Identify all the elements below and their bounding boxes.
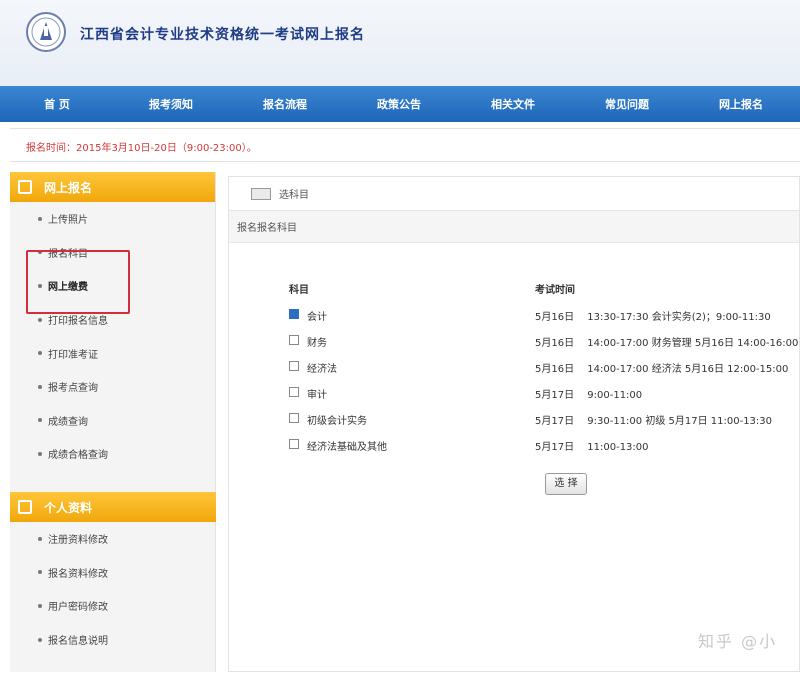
sidebar-group-title: 网上报名 xyxy=(44,180,93,195)
subject-name: 财务 xyxy=(307,338,327,349)
home-icon xyxy=(251,187,271,200)
subject-row: 经济法 5月16日 14:00-17:00 经济法 5月16日 12:00-15… xyxy=(229,357,800,381)
sidebar-item-print-ticket[interactable]: 打印准考证 xyxy=(10,336,215,370)
subject-checkbox[interactable] xyxy=(289,387,299,397)
section-subtitle: 报名报名科目 xyxy=(237,223,297,234)
sidebar-group-registration[interactable]: 网上报名 xyxy=(10,172,215,202)
subject-checkbox[interactable] xyxy=(289,413,299,423)
sidebar-item-pass-check[interactable]: 成绩合格查询 xyxy=(10,437,215,471)
subject-row: 初级会计实务 5月17日 9:30-11:00 初级 5月17日 11:00-1… xyxy=(229,409,800,433)
sidebar-item-upload-photo[interactable]: 上传照片 xyxy=(10,202,215,236)
bullet-icon xyxy=(38,216,42,221)
bullet-icon xyxy=(38,283,42,288)
nav-item-notice[interactable]: 报考须知 xyxy=(114,96,228,112)
bullet-icon xyxy=(38,637,42,642)
subject-name: 审计 xyxy=(307,390,327,401)
bullet-icon xyxy=(38,570,42,575)
bullet-icon xyxy=(38,418,42,423)
subject-row: 财务 5月16日 14:00-17:00 财务管理 5月16日 14:00-16… xyxy=(229,331,800,355)
subject-time: 5月17日 9:00-11:00 xyxy=(535,390,643,401)
sidebar-item-subjects[interactable]: 报名科目 xyxy=(10,236,215,270)
bullet-icon xyxy=(38,250,42,255)
subject-time: 5月17日 11:00-13:00 xyxy=(535,442,649,453)
sidebar-item-info-notes[interactable]: 报名信息说明 xyxy=(10,623,216,657)
column-header-time: 考试时间 xyxy=(535,285,575,296)
sidebar-item-label: 报名信息说明 xyxy=(48,636,108,648)
subject-time: 5月16日 14:00-17:00 财务管理 5月16日 14:00-16:00 xyxy=(535,338,799,349)
sidebar-item-label: 报名科目 xyxy=(48,248,88,260)
subject-name: 初级会计实务 xyxy=(307,416,367,427)
sidebar-item-label: 用户密码修改 xyxy=(48,602,108,614)
subject-checkbox[interactable] xyxy=(289,439,299,449)
site-title: 江西省会计专业技术资格统一考试网上报名 xyxy=(80,27,365,43)
breadcrumb: 选科目 xyxy=(229,177,799,211)
subject-row: 经济法基础及其他 5月17日 11:00-13:00 xyxy=(229,435,800,459)
subject-checkbox[interactable] xyxy=(289,309,299,319)
sidebar-item-label: 注册资料修改 xyxy=(48,535,108,547)
sidebar-item-label: 打印报名信息 xyxy=(48,316,108,328)
menu-icon xyxy=(18,180,32,194)
sidebar-item-label: 打印准考证 xyxy=(48,349,98,361)
notice-text: 报名时间：2015年3月10日-20日（9:00-23:00）。 xyxy=(26,143,257,154)
subject-row: 会计 5月16日 13:30-17:30 会计实务(2)；9:00-11:30 xyxy=(229,305,800,329)
sidebar-item-scores[interactable]: 成绩查询 xyxy=(10,404,215,438)
sidebar-item-label: 报名资料修改 xyxy=(48,568,108,580)
site-logo-icon xyxy=(26,12,66,52)
sidebar-item-exam-site[interactable]: 报考点查询 xyxy=(10,370,215,404)
menu-icon xyxy=(18,500,32,514)
sidebar: 网上报名 上传照片 报名科目 网上缴费 打印报名信息 打印准考证 报考点查询 成… xyxy=(10,172,216,672)
sidebar-item-label: 网上缴费 xyxy=(48,282,88,294)
column-header-subject: 科目 xyxy=(289,285,309,296)
sidebar-item-label: 成绩查询 xyxy=(48,416,88,428)
subject-name: 会计 xyxy=(307,312,327,323)
subject-name: 经济法基础及其他 xyxy=(307,442,387,453)
section-subtitle-bar: 报名报名科目 xyxy=(229,211,799,243)
notice-bar: 报名时间：2015年3月10日-20日（9:00-23:00）。 xyxy=(10,128,800,162)
nav-item-faq[interactable]: 常见问题 xyxy=(570,96,684,112)
subject-time: 5月16日 14:00-17:00 经济法 5月16日 12:00-15:00 xyxy=(535,364,789,375)
bullet-icon xyxy=(38,451,42,456)
subject-checkbox[interactable] xyxy=(289,335,299,345)
sidebar-item-label: 报考点查询 xyxy=(48,383,98,395)
sidebar-item-label: 上传照片 xyxy=(48,215,88,227)
sidebar-group-profile[interactable]: 个人资料 xyxy=(10,492,216,522)
bullet-icon xyxy=(38,603,42,608)
bullet-icon xyxy=(38,536,42,541)
sidebar-item-edit-registration[interactable]: 报名资料修改 xyxy=(10,556,216,590)
sidebar-item-payment[interactable]: 网上缴费 xyxy=(10,269,215,303)
sidebar-item-edit-account[interactable]: 注册资料修改 xyxy=(10,522,216,556)
subject-row: 审计 5月17日 9:00-11:00 xyxy=(229,383,800,407)
main-panel: 选科目 报名报名科目 科目 考试时间 会计 5月16日 13:30-17:30 … xyxy=(228,176,800,672)
nav-item-announcements[interactable]: 政策公告 xyxy=(342,96,456,112)
sidebar-group-profile-wrap: 个人资料 注册资料修改 报名资料修改 用户密码修改 报名信息说明 xyxy=(10,492,216,656)
watermark: 知乎 @小 xyxy=(698,632,778,651)
breadcrumb-label: 选科目 xyxy=(279,190,309,201)
sidebar-item-label: 成绩合格查询 xyxy=(48,450,108,462)
select-button[interactable]: 选 择 xyxy=(545,473,587,495)
site-header: 江西省会计专业技术资格统一考试网上报名 xyxy=(0,0,800,86)
bullet-icon xyxy=(38,351,42,356)
nav-item-online-registration[interactable]: 网上报名 xyxy=(684,96,798,112)
subject-time: 5月17日 9:30-11:00 初级 5月17日 11:00-13:30 xyxy=(535,416,773,427)
sidebar-item-print-info[interactable]: 打印报名信息 xyxy=(10,303,215,337)
nav-item-home[interactable]: 首 页 xyxy=(0,96,114,112)
sidebar-group-title: 个人资料 xyxy=(44,500,93,515)
nav-item-process[interactable]: 报名流程 xyxy=(228,96,342,112)
subject-checkbox[interactable] xyxy=(289,361,299,371)
nav-item-documents[interactable]: 相关文件 xyxy=(456,96,570,112)
sidebar-item-change-password[interactable]: 用户密码修改 xyxy=(10,589,216,623)
bullet-icon xyxy=(38,384,42,389)
bullet-icon xyxy=(38,317,42,322)
main-nav: 首 页 报考须知 报名流程 政策公告 相关文件 常见问题 网上报名 xyxy=(0,86,800,122)
subject-time: 5月16日 13:30-17:30 会计实务(2)；9:00-11:30 xyxy=(535,312,771,323)
subject-name: 经济法 xyxy=(307,364,337,375)
